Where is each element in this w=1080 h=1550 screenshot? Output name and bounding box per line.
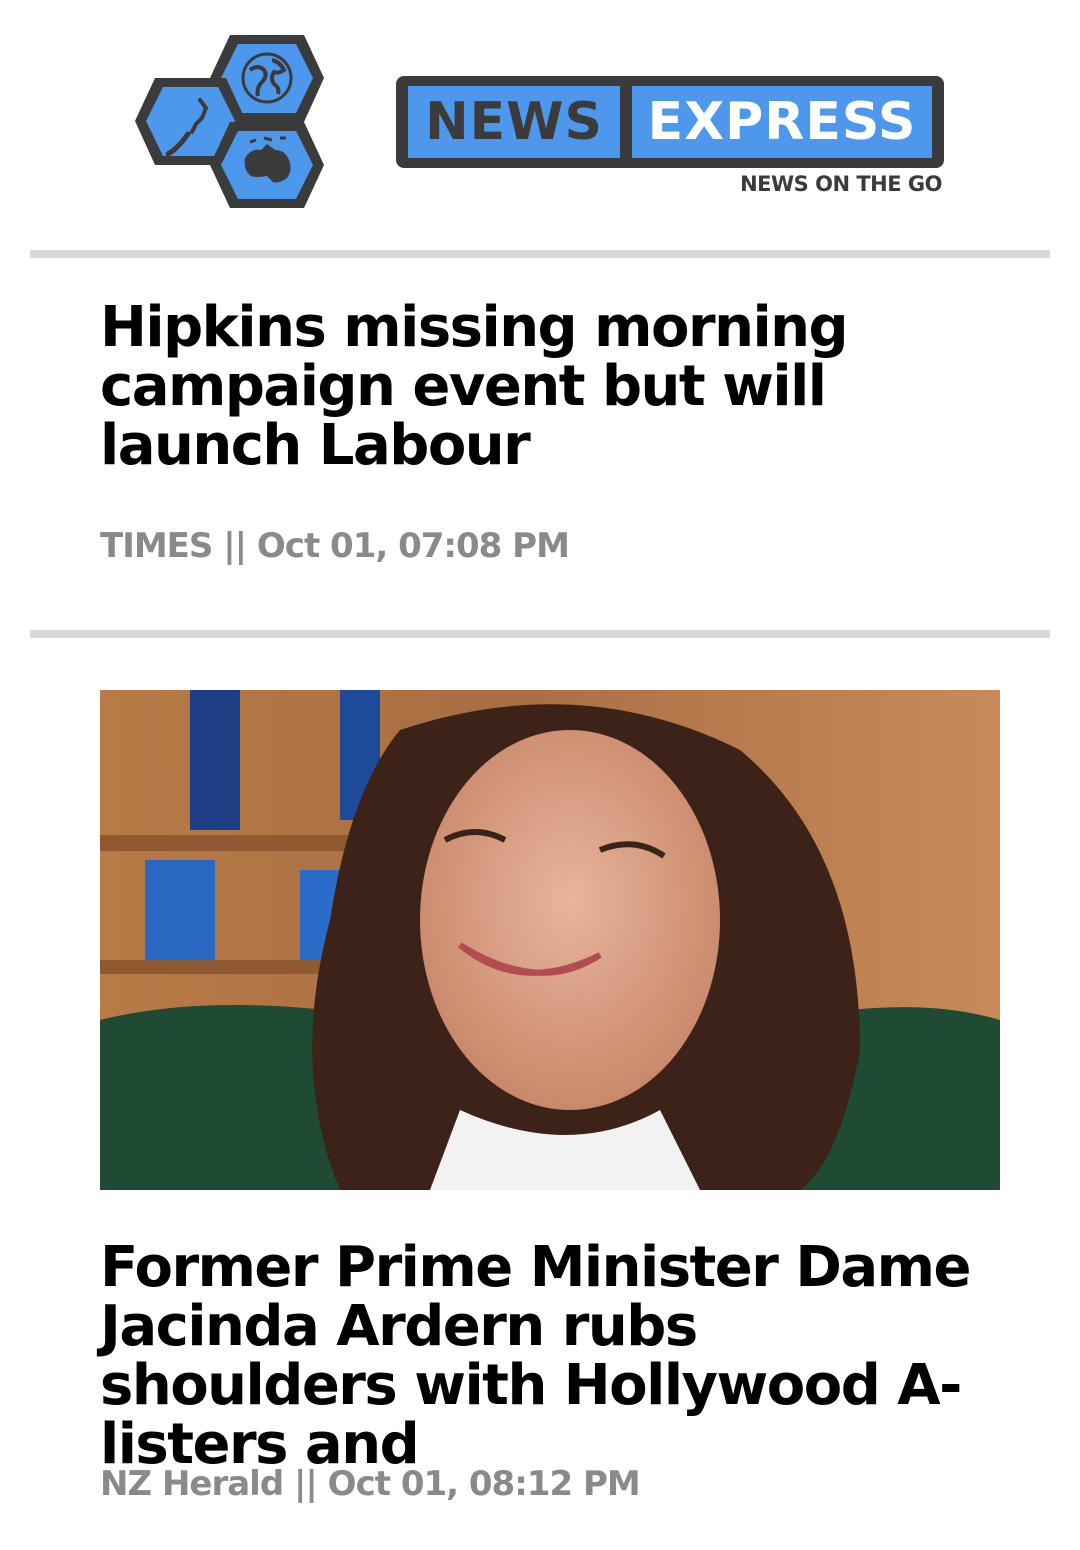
divider	[30, 250, 1050, 258]
brand-wordmark: NEWS EXPRESS	[396, 76, 944, 168]
article-headline[interactable]: Former Prime Minister Dame Jacinda Arder…	[100, 1238, 1010, 1474]
brand-express-text: EXPRESS	[632, 86, 932, 158]
news-feed-page: NEWS EXPRESS NEWS ON THE GO Hipkins miss…	[0, 0, 1080, 1550]
article-meta: NZ Herald || Oct 01, 08:12 PM	[100, 1464, 641, 1504]
article-headline[interactable]: Hipkins missing morning campaign event b…	[100, 298, 1010, 475]
brand-tagline: NEWS ON THE GO	[740, 172, 942, 196]
globe-hexagon-logo-icon	[135, 35, 324, 208]
article-image[interactable]	[100, 690, 1000, 1190]
divider	[30, 630, 1050, 638]
app-header: NEWS EXPRESS NEWS ON THE GO	[0, 0, 1080, 250]
brand-news-text: NEWS	[408, 86, 620, 158]
article-meta: TIMES || Oct 01, 07:08 PM	[100, 526, 570, 566]
